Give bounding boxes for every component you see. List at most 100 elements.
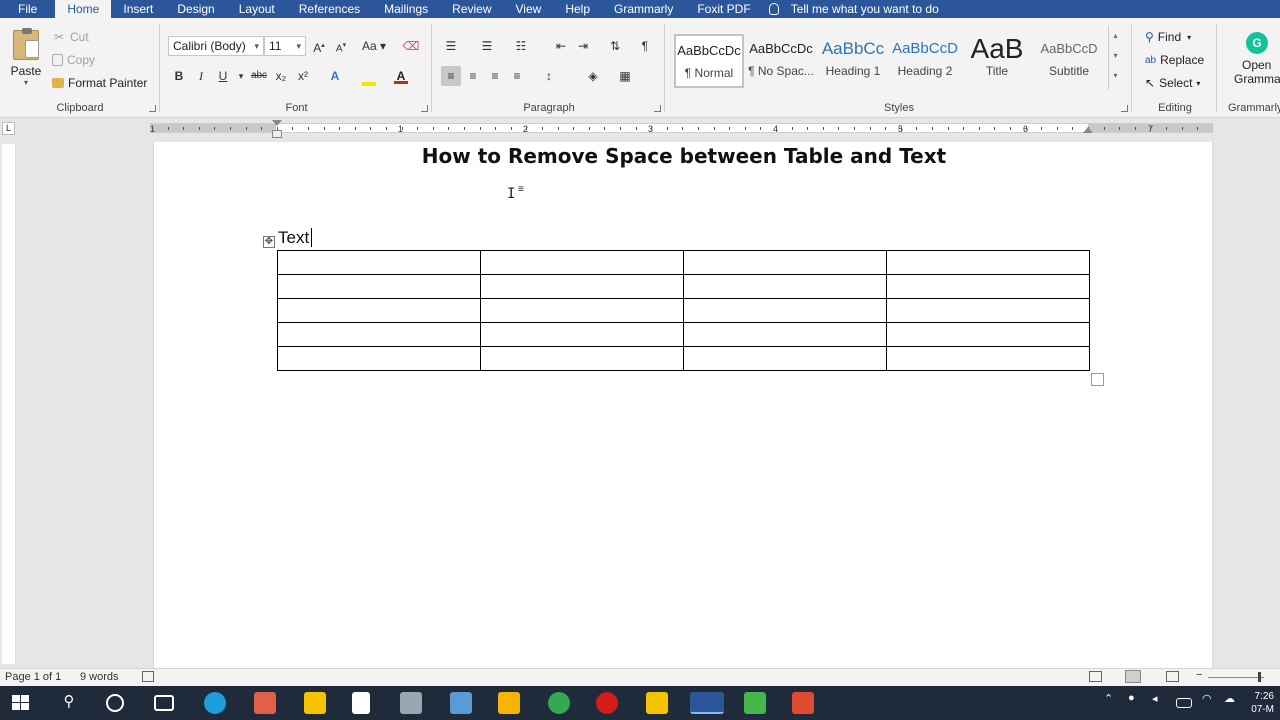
zoom-slider-thumb[interactable] bbox=[1258, 672, 1261, 682]
tab-grammarly[interactable]: Grammarly bbox=[602, 0, 685, 18]
style-title[interactable]: AaB Title bbox=[962, 34, 1032, 88]
shrink-font-button[interactable]: A▾ bbox=[331, 36, 351, 56]
tab-foxit-pdf[interactable]: Foxit PDF bbox=[685, 0, 762, 18]
table-resize-handle[interactable] bbox=[1091, 373, 1104, 386]
tab-selector[interactable]: L bbox=[2, 122, 15, 135]
pilcrow-icon[interactable]: ¶ bbox=[635, 36, 655, 56]
table-cell[interactable] bbox=[683, 274, 887, 299]
copy-button[interactable]: Copy bbox=[52, 53, 95, 67]
tab-references[interactable]: References bbox=[287, 0, 372, 18]
clear-formatting-icon[interactable]: ⌫ bbox=[401, 36, 421, 56]
align-left-icon[interactable]: ≡ bbox=[441, 66, 461, 86]
bullets-icon[interactable]: ☰ bbox=[441, 36, 461, 56]
italic-button[interactable]: I bbox=[191, 66, 211, 86]
microphone-icon[interactable]: ● bbox=[1128, 692, 1150, 714]
tab-file[interactable]: File bbox=[0, 0, 55, 18]
clipboard-dialog-launcher[interactable] bbox=[149, 105, 156, 112]
font-color-icon[interactable]: A bbox=[391, 66, 411, 86]
align-center-icon[interactable]: ≡ bbox=[463, 66, 483, 86]
calculator-icon[interactable] bbox=[450, 692, 472, 714]
horizontal-ruler[interactable]: L 1 1 2 3 4 5 6 7 bbox=[0, 119, 1280, 139]
style-heading-1[interactable]: AaBbCc Heading 1 bbox=[818, 34, 888, 88]
highlight-icon[interactable] bbox=[359, 66, 379, 86]
task-view-icon[interactable] bbox=[154, 695, 174, 711]
vertical-ruler[interactable] bbox=[2, 144, 16, 664]
strikethrough-button[interactable]: abc bbox=[247, 66, 271, 86]
tab-layout[interactable]: Layout bbox=[227, 0, 287, 18]
battery-icon[interactable] bbox=[1176, 698, 1192, 708]
table-cell[interactable] bbox=[277, 250, 481, 275]
paragraph-text[interactable]: Text bbox=[278, 228, 309, 248]
font-size-select[interactable]: 11 bbox=[264, 36, 306, 56]
bold-button[interactable]: B bbox=[169, 66, 189, 86]
table-cell[interactable] bbox=[683, 322, 887, 347]
tab-help[interactable]: Help bbox=[553, 0, 602, 18]
zoom-out-icon[interactable]: − bbox=[1196, 669, 1202, 681]
table-cell[interactable] bbox=[480, 298, 684, 323]
camtasia-icon[interactable] bbox=[744, 692, 766, 714]
word-count[interactable]: 9 words bbox=[80, 671, 119, 683]
styles-dialog-launcher[interactable] bbox=[1121, 105, 1128, 112]
table-cell[interactable] bbox=[683, 298, 887, 323]
tell-me-box[interactable]: Tell me what you want to do bbox=[768, 0, 939, 18]
replace-button[interactable]: ab Replace bbox=[1145, 53, 1204, 67]
file-icon[interactable] bbox=[352, 692, 370, 714]
change-case-button[interactable]: Aa ▾ bbox=[359, 36, 389, 56]
wifi-icon[interactable]: ◠ bbox=[1202, 692, 1224, 714]
align-right-icon[interactable]: ≡ bbox=[485, 66, 505, 86]
table-cell[interactable] bbox=[277, 346, 481, 371]
proofing-icon[interactable] bbox=[142, 671, 154, 682]
pdf-icon[interactable] bbox=[646, 692, 668, 714]
tab-mailings[interactable]: Mailings bbox=[372, 0, 440, 18]
document-page[interactable]: How to Remove Space between Table and Te… bbox=[153, 142, 1213, 668]
page-count[interactable]: Page 1 of 1 bbox=[5, 671, 61, 683]
tab-design[interactable]: Design bbox=[165, 0, 226, 18]
cortana-icon[interactable] bbox=[106, 694, 124, 712]
read-mode-icon[interactable] bbox=[1089, 671, 1102, 682]
edge-icon[interactable] bbox=[204, 692, 226, 714]
table-cell[interactable] bbox=[683, 346, 887, 371]
table-cell[interactable] bbox=[480, 274, 684, 299]
zoom-slider[interactable] bbox=[1208, 677, 1264, 678]
borders-icon[interactable]: ▦ bbox=[615, 66, 635, 86]
chevron-up-icon[interactable]: ⌃ bbox=[1104, 692, 1126, 714]
speaker-icon[interactable]: ◂ bbox=[1152, 692, 1174, 714]
document-table[interactable] bbox=[277, 250, 1090, 371]
tab-review[interactable]: Review bbox=[440, 0, 503, 18]
onedrive-icon[interactable]: ☁ bbox=[1224, 692, 1246, 714]
shading-icon[interactable]: ◈ bbox=[583, 66, 603, 86]
windows-start-icon[interactable] bbox=[10, 692, 32, 714]
table-cell[interactable] bbox=[480, 250, 684, 275]
table-move-handle[interactable]: ✥ bbox=[263, 236, 275, 248]
cut-button[interactable]: ✂ Cut bbox=[52, 30, 89, 44]
format-painter-button[interactable]: Format Painter bbox=[52, 76, 147, 90]
table-cell[interactable] bbox=[886, 298, 1090, 323]
underline-button[interactable]: U bbox=[213, 66, 233, 86]
indent-marker[interactable] bbox=[272, 130, 282, 138]
table-cell[interactable] bbox=[683, 250, 887, 275]
multilevel-list-icon[interactable]: ☷ bbox=[511, 36, 531, 56]
paste-button[interactable]: Paste ▾ bbox=[8, 28, 44, 102]
select-button[interactable]: ↖ Select ▾ bbox=[1145, 76, 1200, 90]
subscript-button[interactable]: x₂ bbox=[271, 66, 291, 86]
justify-icon[interactable]: ≡ bbox=[507, 66, 527, 86]
right-indent-marker[interactable] bbox=[1083, 127, 1093, 133]
font-family-select[interactable]: Calibri (Body) bbox=[168, 36, 264, 56]
app-icon[interactable] bbox=[792, 692, 814, 714]
decrease-indent-icon[interactable]: ⇤ bbox=[551, 36, 571, 56]
table-cell[interactable] bbox=[886, 250, 1090, 275]
table-cell[interactable] bbox=[480, 322, 684, 347]
style-normal[interactable]: AaBbCcDc ¶ Normal bbox=[674, 34, 744, 88]
web-layout-icon[interactable] bbox=[1166, 671, 1179, 682]
tab-insert[interactable]: Insert bbox=[111, 0, 165, 18]
numbering-icon[interactable]: ☰ bbox=[477, 36, 497, 56]
indent-marker[interactable] bbox=[272, 120, 282, 126]
chrome-icon[interactable] bbox=[548, 692, 570, 714]
print-layout-icon[interactable] bbox=[1125, 670, 1141, 683]
app-icon[interactable] bbox=[254, 692, 276, 714]
system-clock[interactable]: 7:26 07-M bbox=[1251, 690, 1274, 716]
tab-view[interactable]: View bbox=[504, 0, 554, 18]
sort-icon[interactable]: ⇅ bbox=[605, 36, 625, 56]
sticky-notes-icon[interactable] bbox=[304, 692, 326, 714]
document-title[interactable]: How to Remove Space between Table and Te… bbox=[154, 144, 1214, 168]
